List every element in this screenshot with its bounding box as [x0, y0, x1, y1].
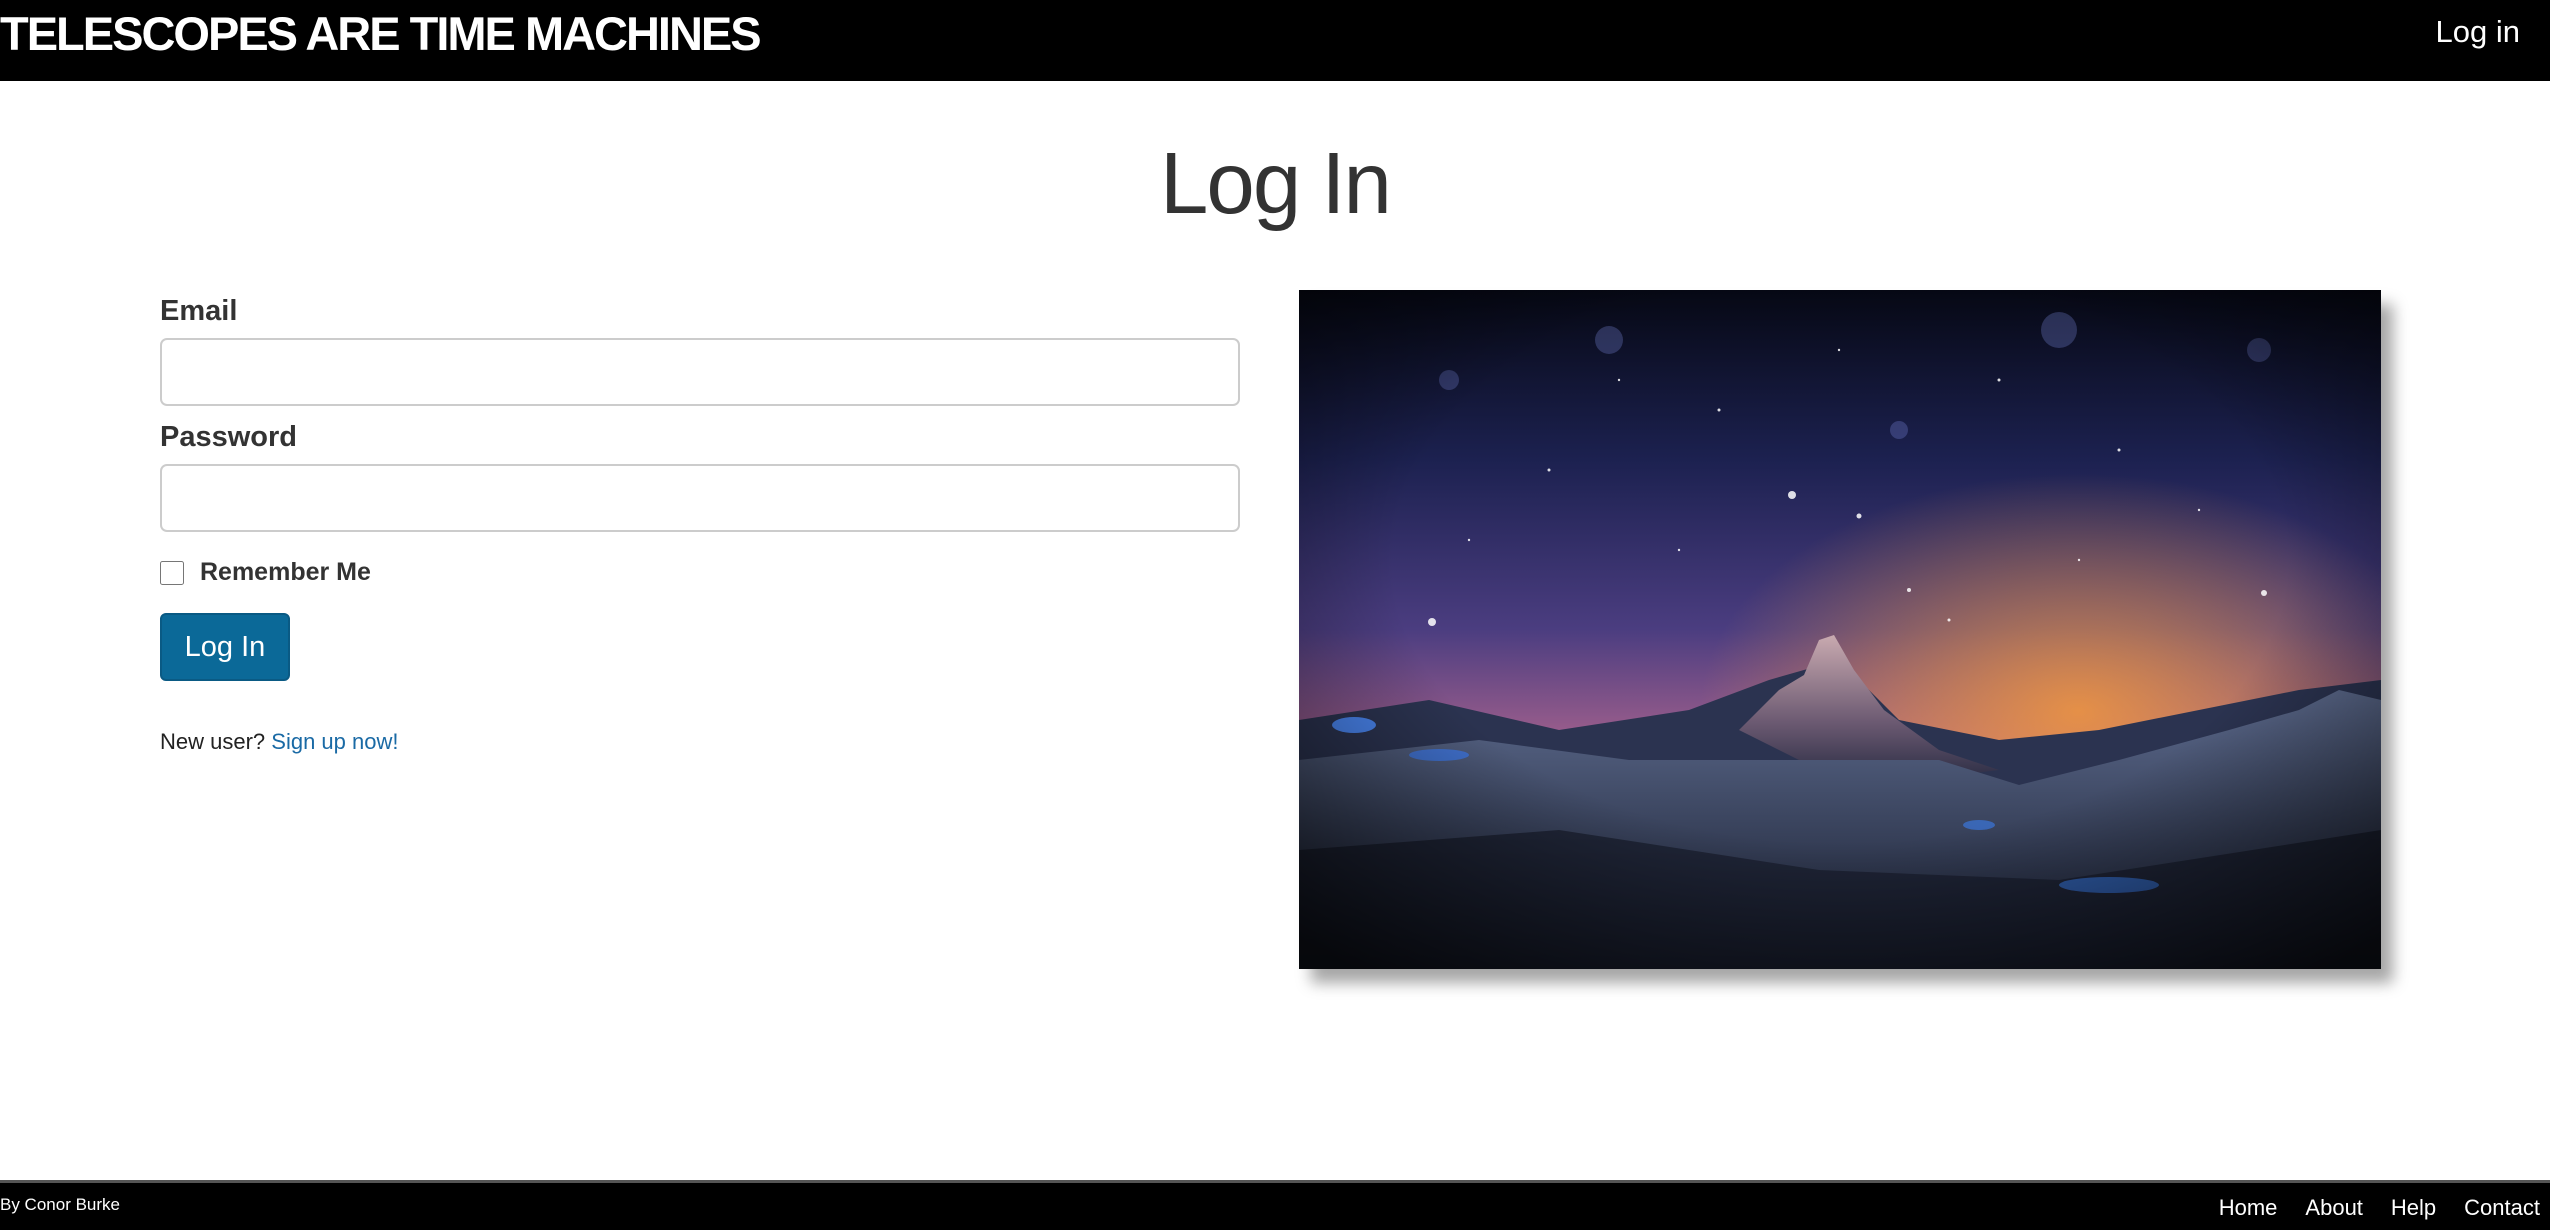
- night-mountain-photo: [1299, 290, 2381, 969]
- footer-link-contact[interactable]: Contact: [2464, 1195, 2540, 1221]
- remember-me-row: Remember Me: [160, 558, 1240, 587]
- footer-nav: Home About Help Contact: [2219, 1195, 2540, 1221]
- night-mountain-photo-icon: [1299, 290, 2381, 969]
- login-submit-button[interactable]: Log In: [160, 613, 290, 681]
- signup-prompt: New user? Sign up now!: [160, 729, 1240, 755]
- login-form: Email Password Remember Me Log In New us…: [160, 290, 1240, 755]
- footer: By Conor Burke Home About Help Contact: [0, 1180, 2550, 1230]
- top-navbar: TELESCOPES ARE TIME MACHINES Log in: [0, 0, 2550, 81]
- remember-me-checkbox[interactable]: [160, 560, 184, 585]
- site-brand-link[interactable]: TELESCOPES ARE TIME MACHINES: [0, 6, 762, 61]
- signup-link[interactable]: Sign up now!: [271, 729, 398, 754]
- password-field[interactable]: [160, 464, 1240, 532]
- remember-me-label: Remember Me: [200, 558, 371, 586]
- email-label: Email: [160, 295, 238, 327]
- signup-prompt-text: New user?: [160, 729, 266, 754]
- footer-credit: By Conor Burke: [0, 1195, 120, 1214]
- page-title: Log In: [1160, 135, 1392, 232]
- footer-link-home[interactable]: Home: [2219, 1195, 2278, 1221]
- footer-link-about[interactable]: About: [2305, 1195, 2363, 1221]
- nav-login-link[interactable]: Log in: [2436, 14, 2520, 50]
- password-label: Password: [160, 421, 297, 453]
- email-field[interactable]: [160, 338, 1240, 406]
- footer-link-help[interactable]: Help: [2391, 1195, 2436, 1221]
